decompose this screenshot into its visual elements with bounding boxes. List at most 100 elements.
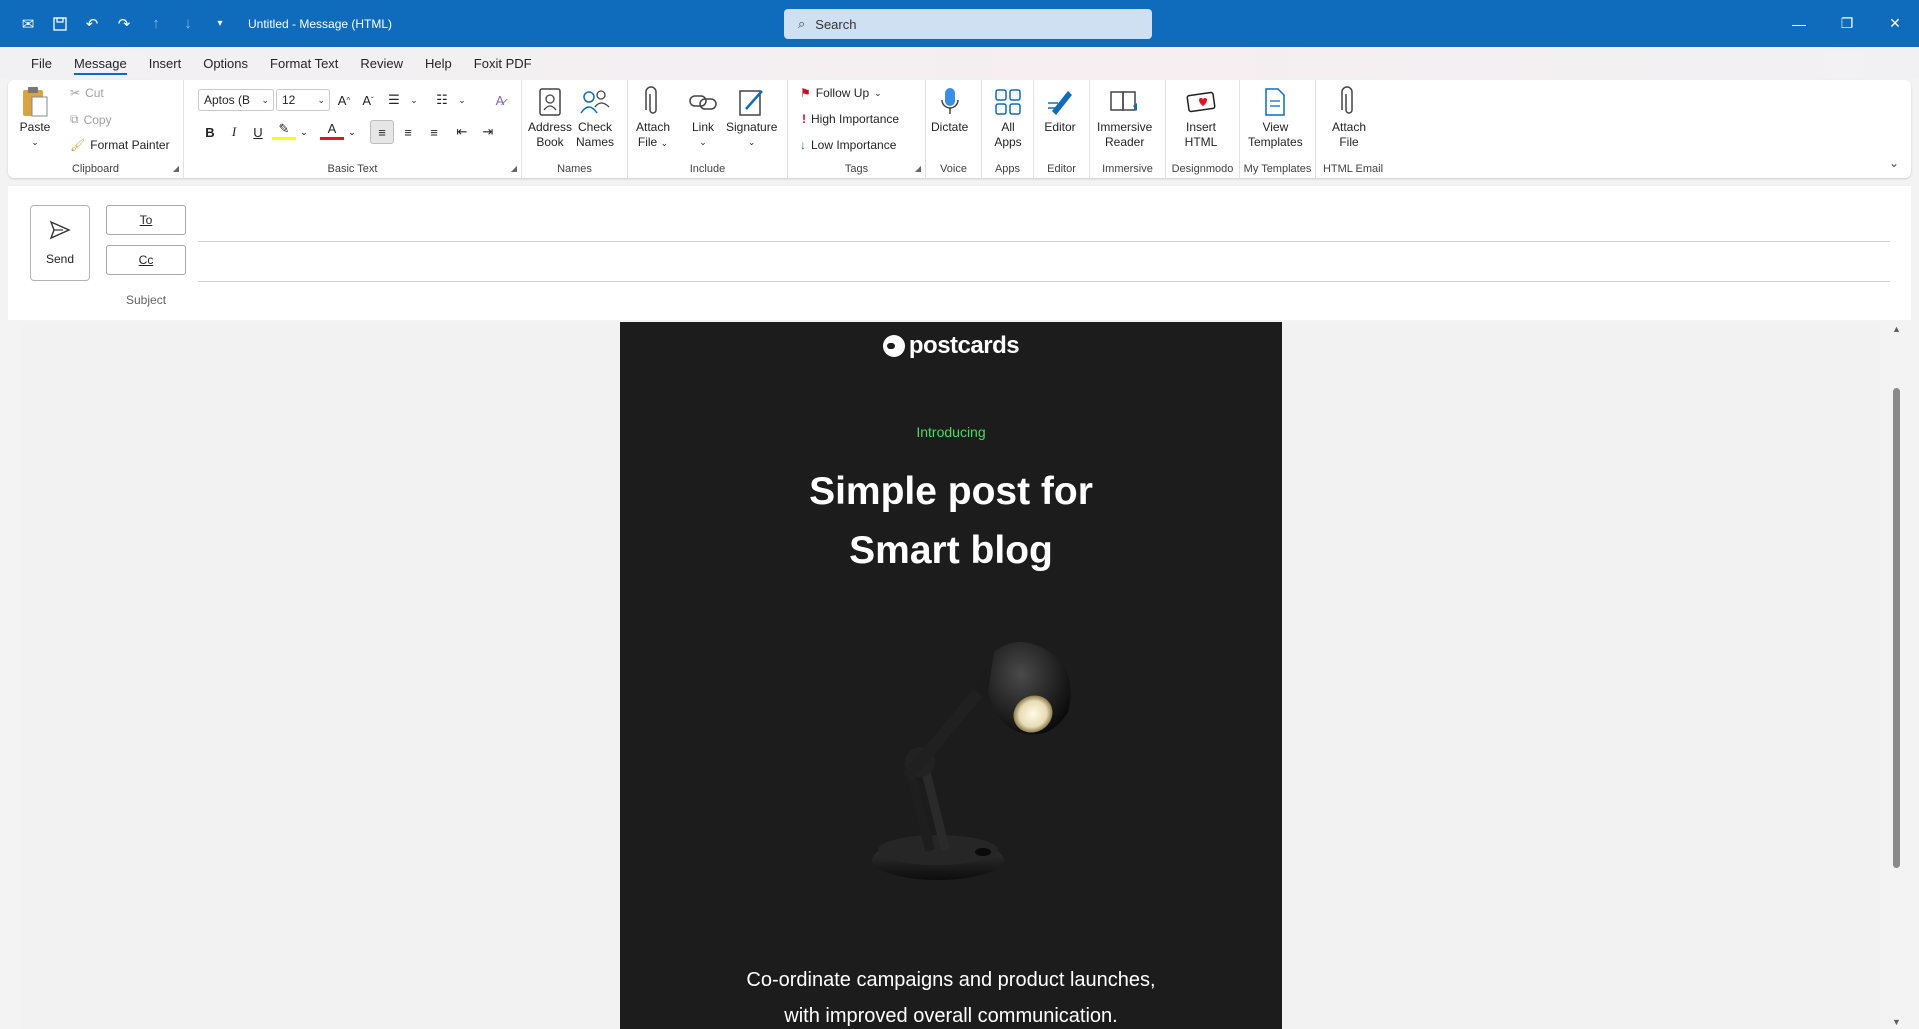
customize-toolbar-icon[interactable]: ▾ bbox=[204, 9, 236, 39]
align-left-icon[interactable]: ≡ bbox=[370, 120, 394, 144]
link-button[interactable]: Link ⌄ bbox=[686, 84, 720, 150]
font-name-value: Aptos (B bbox=[204, 93, 251, 107]
search-placeholder: Search bbox=[815, 16, 857, 32]
redo-icon[interactable]: ↷ bbox=[108, 9, 140, 39]
clipboard-launcher-icon[interactable]: ◢ bbox=[173, 164, 179, 173]
cc-button[interactable]: Cc bbox=[106, 245, 186, 275]
tab-help[interactable]: Help bbox=[414, 47, 463, 79]
group-html-email: Attach File HTML Email bbox=[1316, 80, 1390, 178]
search-box[interactable]: ⌕ Search bbox=[784, 9, 1152, 39]
to-field[interactable] bbox=[198, 241, 1890, 242]
all-apps-button[interactable]: All Apps bbox=[991, 84, 1025, 150]
html-email-attach-file-button[interactable]: Attach File bbox=[1332, 84, 1366, 150]
grow-font-icon[interactable]: A ^ bbox=[332, 88, 356, 112]
html-email-attach-label-2: File bbox=[1339, 135, 1359, 149]
high-importance-button[interactable]: ! High Importance bbox=[802, 112, 899, 126]
tab-options[interactable]: Options bbox=[192, 47, 259, 79]
align-center-icon[interactable]: ≡ bbox=[396, 120, 420, 144]
low-importance-button[interactable]: ↓ Low Importance bbox=[800, 138, 896, 152]
font-color-dropdown-icon[interactable]: ⌄ bbox=[340, 120, 364, 144]
cc-field[interactable] bbox=[198, 281, 1890, 282]
group-basic-text: Aptos (B ⌄ 12 ⌄ A ^ Aˇ ☰ ⌄ ☷ ⌄ A̷ B I U ✎ ⌄… bbox=[184, 80, 522, 178]
clear-formatting-icon[interactable]: A̷ bbox=[488, 88, 512, 112]
copy-label: Copy bbox=[83, 112, 112, 127]
low-importance-label: Low Importance bbox=[811, 138, 897, 152]
bullets-dropdown-icon[interactable]: ⌄ bbox=[402, 88, 426, 112]
font-name-combo[interactable]: Aptos (B ⌄ bbox=[198, 89, 274, 111]
dictate-button[interactable]: Dictate bbox=[931, 84, 968, 135]
chevron-down-icon: ⌄ bbox=[874, 87, 882, 98]
editor-button[interactable]: Editor bbox=[1043, 84, 1077, 135]
previous-item-icon[interactable]: ↑ bbox=[140, 9, 172, 39]
send-button[interactable]: Send bbox=[30, 205, 90, 281]
group-editor: Editor Editor bbox=[1034, 80, 1090, 178]
editor-pen-icon bbox=[1043, 84, 1077, 120]
outlook-app-icon: ✉ bbox=[21, 15, 35, 33]
undo-icon[interactable]: ↶ bbox=[76, 9, 108, 39]
check-names-button[interactable]: Check Names bbox=[576, 84, 614, 150]
paste-icon bbox=[18, 84, 52, 120]
font-launcher-icon[interactable]: ◢ bbox=[511, 164, 517, 173]
immersive-reader-icon bbox=[1108, 84, 1142, 120]
underline-icon[interactable]: U bbox=[246, 120, 270, 144]
title-bar: ✉ ↶ ↷ ↑ ↓ ▾ Untitled - Message (HTML) ⌕ … bbox=[0, 0, 1919, 47]
tab-insert[interactable]: Insert bbox=[138, 47, 193, 79]
tags-launcher-icon[interactable]: ◢ bbox=[915, 164, 921, 173]
tab-file[interactable]: File bbox=[20, 47, 63, 79]
to-button[interactable]: To bbox=[106, 205, 186, 235]
tab-message[interactable]: Message bbox=[63, 47, 138, 79]
align-right-icon[interactable]: ≡ bbox=[422, 120, 446, 144]
next-item-icon[interactable]: ↓ bbox=[172, 9, 204, 39]
tab-review[interactable]: Review bbox=[349, 47, 414, 79]
save-icon[interactable] bbox=[44, 9, 76, 39]
cut-button[interactable]: ✂ Cut bbox=[70, 86, 104, 100]
postcards-logo: postcards bbox=[620, 332, 1282, 360]
tab-format-text[interactable]: Format Text bbox=[259, 47, 349, 79]
signature-button[interactable]: Signature ⌄ bbox=[726, 84, 777, 150]
numbering-dropdown-icon[interactable]: ⌄ bbox=[450, 88, 474, 112]
follow-up-button[interactable]: ⚑ Follow Up ⌄ bbox=[800, 86, 882, 100]
scroll-up-icon[interactable]: ▲ bbox=[1892, 324, 1901, 334]
html-email-attach-label-1: Attach bbox=[1332, 120, 1367, 134]
font-size-combo[interactable]: 12 ⌄ bbox=[276, 89, 330, 111]
link-label: Link bbox=[691, 120, 714, 134]
ribbon-options-chevron-icon[interactable]: ⌄ bbox=[1889, 156, 1899, 170]
shrink-font-icon[interactable]: Aˇ bbox=[356, 88, 380, 112]
restore-icon[interactable]: ❐ bbox=[1823, 0, 1871, 47]
highlight-dropdown-icon[interactable]: ⌄ bbox=[292, 120, 316, 144]
close-icon[interactable]: ✕ bbox=[1871, 0, 1919, 47]
tab-foxit-pdf[interactable]: Foxit PDF bbox=[463, 47, 543, 79]
italic-icon[interactable]: I bbox=[222, 120, 246, 144]
paste-button[interactable]: Paste ⌄ bbox=[18, 84, 52, 150]
send-label: Send bbox=[45, 252, 75, 266]
group-label-basic-text: Basic Text bbox=[327, 163, 378, 175]
immersive-reader-label-1: Immersive bbox=[1097, 120, 1153, 134]
minimize-icon[interactable]: — bbox=[1775, 0, 1823, 47]
exclamation-icon: ! bbox=[802, 112, 806, 126]
subject-label: Subject bbox=[126, 293, 167, 307]
increase-indent-icon[interactable]: ⇥ bbox=[476, 120, 500, 144]
message-body[interactable]: postcards Introducing Simple post for Sm… bbox=[22, 322, 1880, 1029]
scroll-down-icon[interactable]: ▼ bbox=[1892, 1017, 1901, 1027]
format-painter-button[interactable]: 🖌 Format Painter bbox=[70, 138, 170, 152]
headline-line-2: Smart blog bbox=[849, 529, 1053, 572]
vertical-scrollbar[interactable]: ▲ ▼ bbox=[1886, 322, 1906, 1029]
group-label-apps: Apps bbox=[994, 163, 1021, 175]
address-book-button[interactable]: Address Book bbox=[528, 84, 572, 150]
paste-dropdown-icon[interactable]: ⌄ bbox=[31, 135, 39, 150]
font-size-value: 12 bbox=[282, 93, 296, 107]
copy-button[interactable]: ⧉ Copy bbox=[70, 112, 112, 127]
attach-file-label-2-text: File bbox=[637, 135, 658, 149]
format-painter-label: Format Painter bbox=[90, 138, 170, 152]
attach-file-button[interactable]: Attach File ⌄ bbox=[636, 84, 670, 151]
copy-icon: ⧉ bbox=[70, 112, 79, 126]
bold-icon[interactable]: B bbox=[198, 120, 222, 144]
immersive-reader-button[interactable]: Immersive Reader bbox=[1097, 84, 1152, 150]
chevron-down-icon: ⌄ bbox=[317, 94, 325, 105]
decrease-indent-icon[interactable]: ⇤ bbox=[450, 120, 474, 144]
check-names-icon bbox=[578, 84, 612, 120]
view-templates-button[interactable]: View Templates bbox=[1248, 84, 1303, 150]
group-label-include: Include bbox=[689, 163, 726, 175]
scroll-thumb[interactable] bbox=[1893, 388, 1900, 868]
insert-html-button[interactable]: Insert HTML bbox=[1184, 84, 1218, 150]
